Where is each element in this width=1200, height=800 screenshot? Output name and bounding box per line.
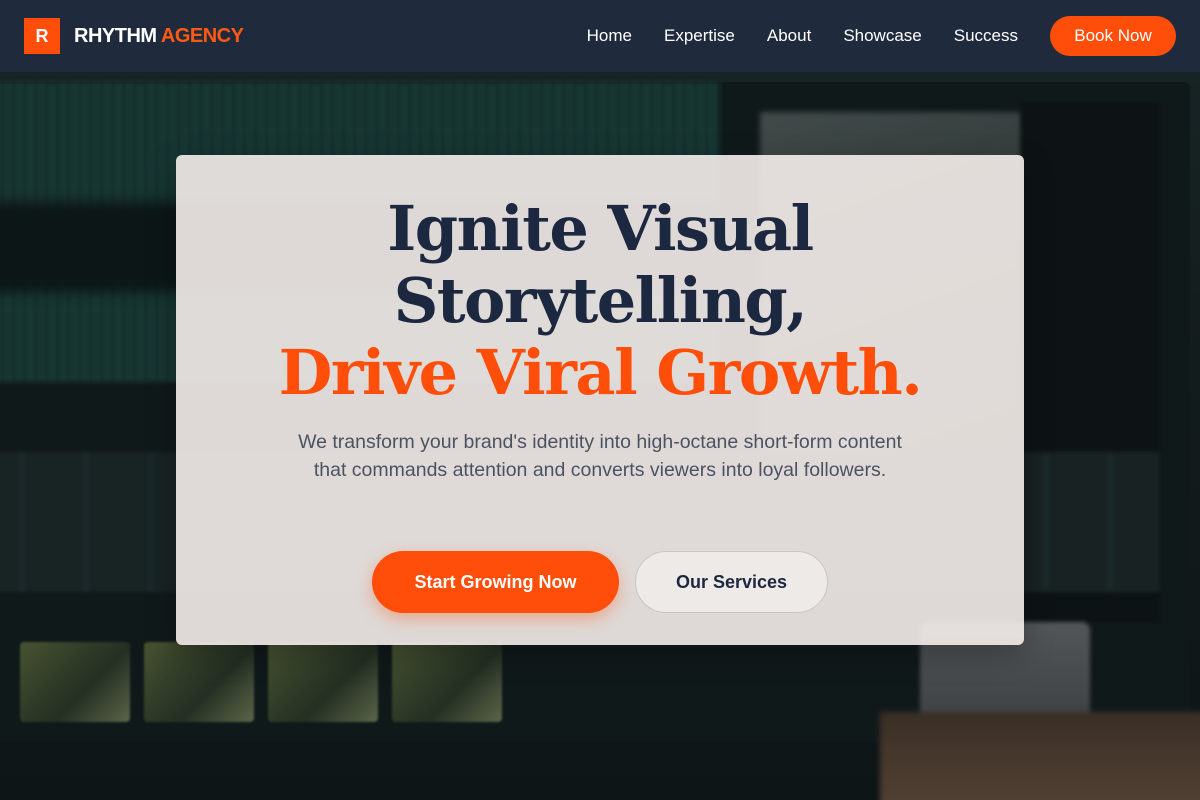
hero-subtext: We transform your brand's identity into … — [298, 431, 902, 481]
headline-line-accent: Drive Viral Growth. — [278, 336, 923, 409]
brand-name-accent: AGENCY — [160, 24, 244, 47]
our-services-button[interactable]: Our Services — [635, 551, 828, 613]
brand-name: RHYTHM AGENCY — [74, 24, 244, 48]
hero-card: Ignite Visual Storytelling, Drive Viral … — [176, 155, 1024, 645]
brand-name-primary: RHYTHM — [74, 24, 157, 47]
headline-line-2: Storytelling, — [393, 264, 808, 337]
logo-mark-icon: R — [24, 18, 60, 54]
nav-links: Home Expertise About Showcase Success Bo… — [587, 16, 1176, 56]
brand-logo[interactable]: R RHYTHM AGENCY — [24, 18, 244, 54]
hero-headline: Ignite Visual Storytelling, Drive Viral … — [176, 193, 1024, 409]
start-growing-button[interactable]: Start Growing Now — [372, 551, 619, 613]
nav-link-about[interactable]: About — [767, 26, 811, 46]
book-now-button[interactable]: Book Now — [1050, 16, 1176, 56]
nav-link-expertise[interactable]: Expertise — [664, 26, 735, 46]
nav-link-home[interactable]: Home — [587, 26, 632, 46]
headline-line-1: Ignite Visual — [387, 192, 814, 265]
nav-link-success[interactable]: Success — [954, 26, 1018, 46]
top-navbar: R RHYTHM AGENCY Home Expertise About Sho… — [0, 0, 1200, 72]
nav-link-showcase[interactable]: Showcase — [843, 26, 921, 46]
